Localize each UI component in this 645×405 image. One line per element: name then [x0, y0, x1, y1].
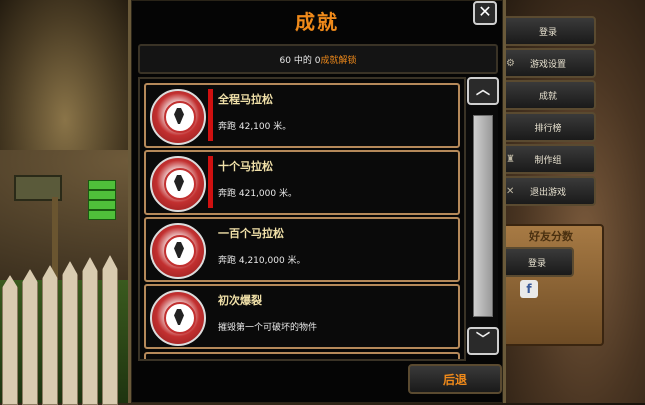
friends-score-title: 好友分数 — [529, 230, 573, 243]
achievement-item[interactable]: 全程马拉松 奔跑 42,100 米。 — [144, 83, 460, 148]
achievement-medal-icon — [150, 223, 206, 279]
achievement-item — [144, 352, 460, 359]
credits-icon: ♜ — [506, 153, 515, 165]
menu-achievements-button[interactable]: 成就 — [500, 80, 596, 110]
achievement-list: 全程马拉松 奔跑 42,100 米。 十个马拉松 奔跑 421,000 米。 一… — [138, 77, 466, 361]
summary-count: 60 中的 0 — [279, 55, 321, 66]
achievement-description: 奔跑 42,100 米。 — [218, 122, 292, 132]
achievement-description: 奔跑 4,210,000 米。 — [218, 256, 306, 266]
menu-leaderboard-button[interactable]: 排行榜 — [500, 112, 596, 142]
achievement-medal-icon — [150, 156, 206, 212]
cave-background — [0, 0, 130, 150]
chevron-up-icon: ︿ — [476, 82, 490, 98]
achievement-title: 全程马拉松 — [218, 93, 273, 106]
summary-label: 成就解锁 — [320, 55, 357, 66]
menu-exit-button[interactable]: ✕ 退出游戏 — [500, 176, 596, 206]
chevron-down-icon: ﹀ — [476, 332, 490, 348]
close-icon: ✕ — [506, 185, 515, 197]
achievement-item[interactable]: 一百个马拉松 奔跑 4,210,000 米。 — [144, 217, 460, 282]
friends-login-button[interactable]: 登录 — [500, 247, 574, 277]
locked-indicator — [208, 89, 213, 141]
dialog-title: 成就 — [295, 10, 339, 34]
achievement-title: 一百个马拉松 — [218, 227, 284, 240]
facebook-icon[interactable]: f — [520, 280, 538, 298]
scroll-thumb[interactable] — [473, 115, 493, 317]
achievement-medal-icon — [150, 89, 206, 145]
menu-login-button[interactable]: 登录 — [500, 16, 596, 46]
menu-credits-button[interactable]: ♜ 制作组 — [500, 144, 596, 174]
achievement-description: 摧毁第一个可破坏的物件 — [218, 323, 318, 333]
scrollbar[interactable]: ︿ ﹀ — [466, 77, 499, 355]
achievement-item[interactable]: 十个马拉松 奔跑 421,000 米。 — [144, 150, 460, 215]
scroll-track[interactable] — [472, 105, 493, 321]
scroll-up-button[interactable]: ︿ — [467, 77, 499, 105]
achievement-summary: 60 中的 0 成就解锁 — [138, 44, 498, 74]
achievement-title: 十个马拉松 — [218, 160, 273, 173]
back-button[interactable]: 后退 — [408, 364, 502, 394]
achievement-title: 初次爆裂 — [218, 294, 262, 307]
fence — [0, 255, 130, 405]
gear-icon: ⚙ — [506, 57, 515, 69]
scroll-down-button[interactable]: ﹀ — [467, 327, 499, 355]
achievement-item[interactable]: 初次爆裂 摧毁第一个可破坏的物件 — [144, 284, 460, 349]
close-button[interactable]: ✕ — [473, 1, 497, 25]
locked-indicator — [208, 156, 213, 208]
battery-icon — [88, 180, 116, 224]
achievement-medal-icon — [150, 290, 206, 346]
close-icon: ✕ — [478, 2, 492, 21]
menu-settings-button[interactable]: ⚙ 游戏设置 — [500, 48, 596, 78]
achievement-description: 奔跑 421,000 米。 — [218, 189, 297, 199]
